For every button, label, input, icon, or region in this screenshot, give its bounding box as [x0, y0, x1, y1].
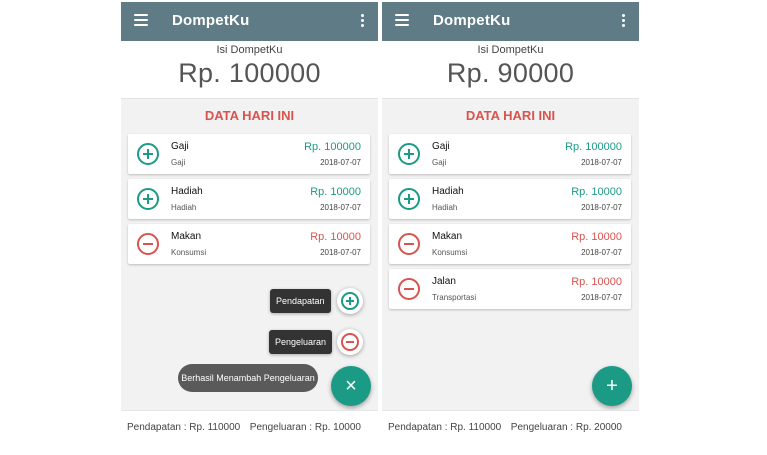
- plus-circle-icon: [398, 143, 420, 165]
- plus-circle-icon: [341, 292, 359, 310]
- income-total: Pendapatan : Rp. 110000: [388, 422, 502, 433]
- app-title: DompetKu: [433, 12, 511, 29]
- minus-circle-icon: [137, 233, 159, 255]
- minus-circle-icon: [398, 278, 420, 300]
- add-income-label[interactable]: Pendapatan: [270, 289, 331, 313]
- transaction-card[interactable]: Jalan Transportasi Rp. 10000 2018-07-07: [389, 269, 631, 309]
- summary-footer: Pendapatan : Rp. 110000 Pengeluaran : Rp…: [121, 410, 378, 440]
- transaction-amount: Rp. 10000: [571, 186, 622, 198]
- add-income-button[interactable]: [337, 288, 363, 314]
- transaction-category: Hadiah: [171, 203, 197, 212]
- transaction-category: Konsumsi: [171, 248, 207, 257]
- close-fab-button[interactable]: ×: [331, 366, 371, 406]
- transaction-amount: Rp. 10000: [571, 276, 622, 288]
- transaction-amount: Rp. 10000: [310, 186, 361, 198]
- transaction-amount: Rp. 10000: [310, 231, 361, 243]
- transaction-name: Hadiah: [432, 186, 464, 197]
- transaction-category: Gaji: [432, 158, 447, 167]
- balance-panel: Isi DompetKu Rp. 100000: [121, 41, 378, 99]
- expense-total: Pengeluaran : Rp. 10000: [249, 422, 361, 433]
- transaction-amount: Rp. 10000: [571, 231, 622, 243]
- phone-screen-right: DompetKu Isi DompetKu Rp. 90000 DATA HAR…: [382, 2, 639, 440]
- transaction-name: Hadiah: [171, 186, 203, 197]
- plus-circle-icon: [398, 188, 420, 210]
- transaction-card[interactable]: Gaji Gaji Rp. 100000 2018-07-07: [389, 134, 631, 174]
- transaction-amount: Rp. 100000: [565, 141, 622, 153]
- section-title: DATA HARI INI: [204, 108, 295, 123]
- add-expense-button[interactable]: [337, 329, 363, 355]
- balance-amount: Rp. 100000: [178, 58, 321, 88]
- hamburger-menu-icon[interactable]: [395, 14, 409, 26]
- transaction-category: Transportasi: [432, 293, 477, 302]
- section-title: DATA HARI INI: [465, 108, 556, 123]
- summary-footer: Pendapatan : Rp. 110000 Pengeluaran : Rp…: [382, 410, 639, 440]
- app-title: DompetKu: [172, 12, 250, 29]
- transaction-amount: Rp. 100000: [304, 141, 361, 153]
- transaction-card[interactable]: Makan Konsumsi Rp. 10000 2018-07-07: [128, 224, 370, 264]
- app-bar: DompetKu: [382, 2, 639, 41]
- transaction-name: Gaji: [171, 141, 189, 152]
- hamburger-menu-icon[interactable]: [134, 14, 148, 26]
- balance-label: Isi DompetKu: [477, 44, 544, 56]
- transaction-category: Hadiah: [432, 203, 458, 212]
- transaction-category: Gaji: [171, 158, 186, 167]
- balance-amount: Rp. 90000: [446, 58, 575, 88]
- balance-panel: Isi DompetKu Rp. 90000: [382, 41, 639, 99]
- minus-circle-icon: [398, 233, 420, 255]
- close-icon: ×: [345, 375, 357, 397]
- transaction-date: 2018-07-07: [581, 158, 622, 167]
- add-fab-button[interactable]: +: [592, 366, 632, 406]
- transaction-date: 2018-07-07: [581, 248, 622, 257]
- transaction-date: 2018-07-07: [320, 248, 361, 257]
- add-expense-label[interactable]: Pengeluaran: [269, 330, 333, 354]
- transaction-card[interactable]: Hadiah Hadiah Rp. 10000 2018-07-07: [128, 179, 370, 219]
- overflow-menu-icon[interactable]: [621, 14, 625, 27]
- transaction-card[interactable]: Makan Konsumsi Rp. 10000 2018-07-07: [389, 224, 631, 264]
- plus-icon: +: [606, 375, 618, 397]
- transaction-card[interactable]: Gaji Gaji Rp. 100000 2018-07-07: [128, 134, 370, 174]
- balance-label: Isi DompetKu: [216, 44, 283, 56]
- plus-circle-icon: [137, 188, 159, 210]
- plus-circle-icon: [137, 143, 159, 165]
- overflow-menu-icon[interactable]: [360, 14, 364, 27]
- transaction-date: 2018-07-07: [581, 203, 622, 212]
- phone-screen-left: DompetKu Isi DompetKu Rp. 100000 DATA HA…: [121, 2, 378, 440]
- transaction-date: 2018-07-07: [581, 293, 622, 302]
- transaction-date: 2018-07-07: [320, 158, 361, 167]
- transaction-name: Makan: [432, 231, 463, 242]
- toast-message: Berhasil Menambah Pengeluaran: [178, 364, 318, 392]
- app-bar: DompetKu: [121, 2, 378, 41]
- transaction-card[interactable]: Hadiah Hadiah Rp. 10000 2018-07-07: [389, 179, 631, 219]
- transaction-name: Jalan: [432, 276, 456, 287]
- transaction-name: Gaji: [432, 141, 450, 152]
- transaction-category: Konsumsi: [432, 248, 468, 257]
- transaction-name: Makan: [171, 231, 202, 242]
- minus-circle-icon: [341, 333, 359, 351]
- income-total: Pendapatan : Rp. 110000: [127, 422, 241, 433]
- expense-total: Pengeluaran : Rp. 20000: [510, 422, 622, 433]
- transaction-date: 2018-07-07: [320, 203, 361, 212]
